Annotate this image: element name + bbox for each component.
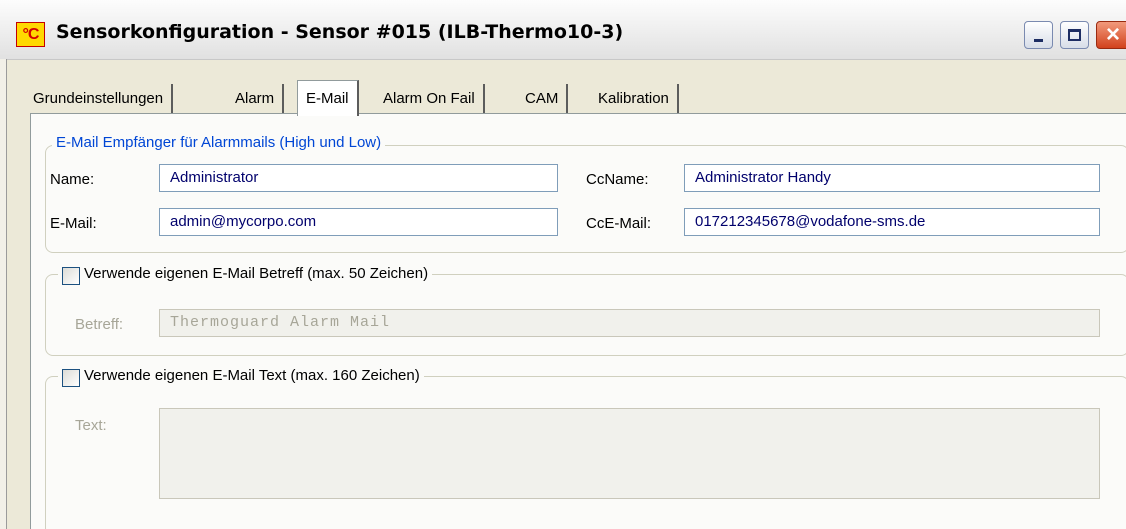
subject-checkbox[interactable] xyxy=(62,267,80,285)
tab-kalibration[interactable]: Kalibration xyxy=(590,84,679,113)
ccname-field[interactable]: Administrator Handy xyxy=(684,164,1100,192)
close-icon: × xyxy=(1105,21,1120,48)
ccemail-field[interactable]: 017212345678@vodafone-sms.de xyxy=(684,208,1100,236)
recipients-group xyxy=(45,145,1126,253)
text-checkbox[interactable] xyxy=(62,369,80,387)
subject-label: Betreff: xyxy=(75,316,124,333)
ccemail-label: CcE-Mail: xyxy=(586,215,652,232)
text-checkbox-label[interactable]: Verwende eigenen E-Mail Text (max. 160 Z… xyxy=(84,367,420,384)
subject-legend: Verwende eigenen E-Mail Betreff (max. 50… xyxy=(58,265,433,282)
minimize-icon xyxy=(1034,38,1043,42)
text-area[interactable] xyxy=(159,408,1100,499)
name-label: Name: xyxy=(50,171,95,188)
subject-checkbox-label[interactable]: Verwende eigenen E-Mail Betreff (max. 50… xyxy=(84,265,428,282)
maximize-icon xyxy=(1068,29,1081,41)
thermometer-celsius-icon: °C xyxy=(16,22,45,47)
window-border xyxy=(0,59,7,529)
maximize-button[interactable] xyxy=(1060,21,1089,49)
close-button[interactable]: × xyxy=(1096,21,1126,49)
email-label: E-Mail: xyxy=(50,215,97,232)
window-title: Sensorkonfiguration - Sensor #015 (ILB-T… xyxy=(56,21,624,43)
tab-email[interactable]: E-Mail xyxy=(297,80,359,116)
text-legend: Verwende eigenen E-Mail Text (max. 160 Z… xyxy=(58,367,424,384)
name-field[interactable]: Administrator xyxy=(159,164,558,192)
tab-alarm[interactable]: Alarm xyxy=(227,84,285,113)
ccname-label: CcName: xyxy=(586,171,649,188)
sensor-config-window: °C Sensorkonfiguration - Sensor #015 (IL… xyxy=(0,0,1126,529)
tab-cam[interactable]: CAM xyxy=(517,84,569,113)
tab-grundeinstellungen[interactable]: Grundeinstellungen xyxy=(25,84,174,113)
title-bar[interactable]: °C Sensorkonfiguration - Sensor #015 (IL… xyxy=(0,0,1126,60)
tab-alarm-on-fail[interactable]: Alarm On Fail xyxy=(375,84,485,113)
subject-field[interactable]: Thermoguard Alarm Mail xyxy=(159,309,1100,337)
text-label: Text: xyxy=(75,417,107,434)
tab-panel-email: E-Mail Empfänger für Alarmmails (High un… xyxy=(30,113,1126,529)
minimize-button[interactable] xyxy=(1024,21,1053,49)
recipients-legend: E-Mail Empfänger für Alarmmails (High un… xyxy=(52,134,386,151)
email-field[interactable]: admin@mycorpo.com xyxy=(159,208,558,236)
